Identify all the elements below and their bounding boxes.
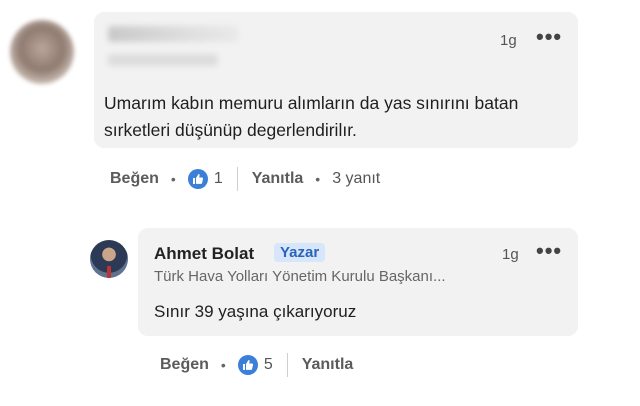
reply-author-headline: Türk Hava Yolları Yönetim Kurulu Başkanı… bbox=[154, 268, 446, 285]
reply-reply-button[interactable]: Yanıtla bbox=[302, 356, 354, 374]
author-badge: Yazar bbox=[274, 243, 326, 262]
divider bbox=[236, 167, 238, 191]
commenter-headline-blurred bbox=[108, 54, 218, 66]
comment-like-count[interactable]: 1 bbox=[214, 170, 223, 188]
comment-timestamp: 1g bbox=[500, 32, 517, 49]
comment-text: Umarım kabın memuru alımların da yas sın… bbox=[104, 93, 519, 140]
separator-dot: • bbox=[315, 171, 321, 187]
comment-more-options-icon[interactable]: ••• bbox=[536, 26, 562, 48]
reply-bubble: Ahmet Bolat Yazar 1g ••• Türk Hava Yolla… bbox=[138, 228, 578, 336]
reply-timestamp: 1g bbox=[502, 246, 519, 263]
reply-like-count[interactable]: 5 bbox=[264, 356, 273, 374]
avatar-tie-detail bbox=[107, 266, 111, 278]
comment-replies-link[interactable]: 3 yanıt bbox=[332, 170, 380, 188]
reply-actions-bar: Beğen • 5 Yanıtla bbox=[160, 351, 353, 379]
like-reaction-icon[interactable] bbox=[237, 355, 258, 375]
like-reaction-icon[interactable] bbox=[187, 169, 208, 189]
comment-actions-bar: Beğen • 1 Yanıtla • 3 yanıt bbox=[110, 165, 380, 193]
reply-text: Sınır 39 yaşına çıkarıyoruz bbox=[154, 302, 357, 321]
reply-like-button[interactable]: Beğen bbox=[160, 356, 209, 374]
divider bbox=[286, 353, 288, 377]
separator-dot: • bbox=[170, 171, 176, 187]
separator-dot: • bbox=[220, 357, 226, 373]
commenter-avatar-blurred[interactable] bbox=[10, 20, 74, 84]
reply-author-avatar[interactable] bbox=[90, 240, 128, 278]
reply-author-name[interactable]: Ahmet Bolat bbox=[154, 244, 254, 264]
comment-bubble: 1g ••• Umarım kabın memuru alımların da … bbox=[94, 12, 578, 148]
comment-like-button[interactable]: Beğen bbox=[110, 170, 159, 188]
comment-reply-button[interactable]: Yanıtla bbox=[252, 170, 304, 188]
reply-more-options-icon[interactable]: ••• bbox=[536, 240, 562, 262]
commenter-name-blurred[interactable] bbox=[108, 26, 238, 42]
